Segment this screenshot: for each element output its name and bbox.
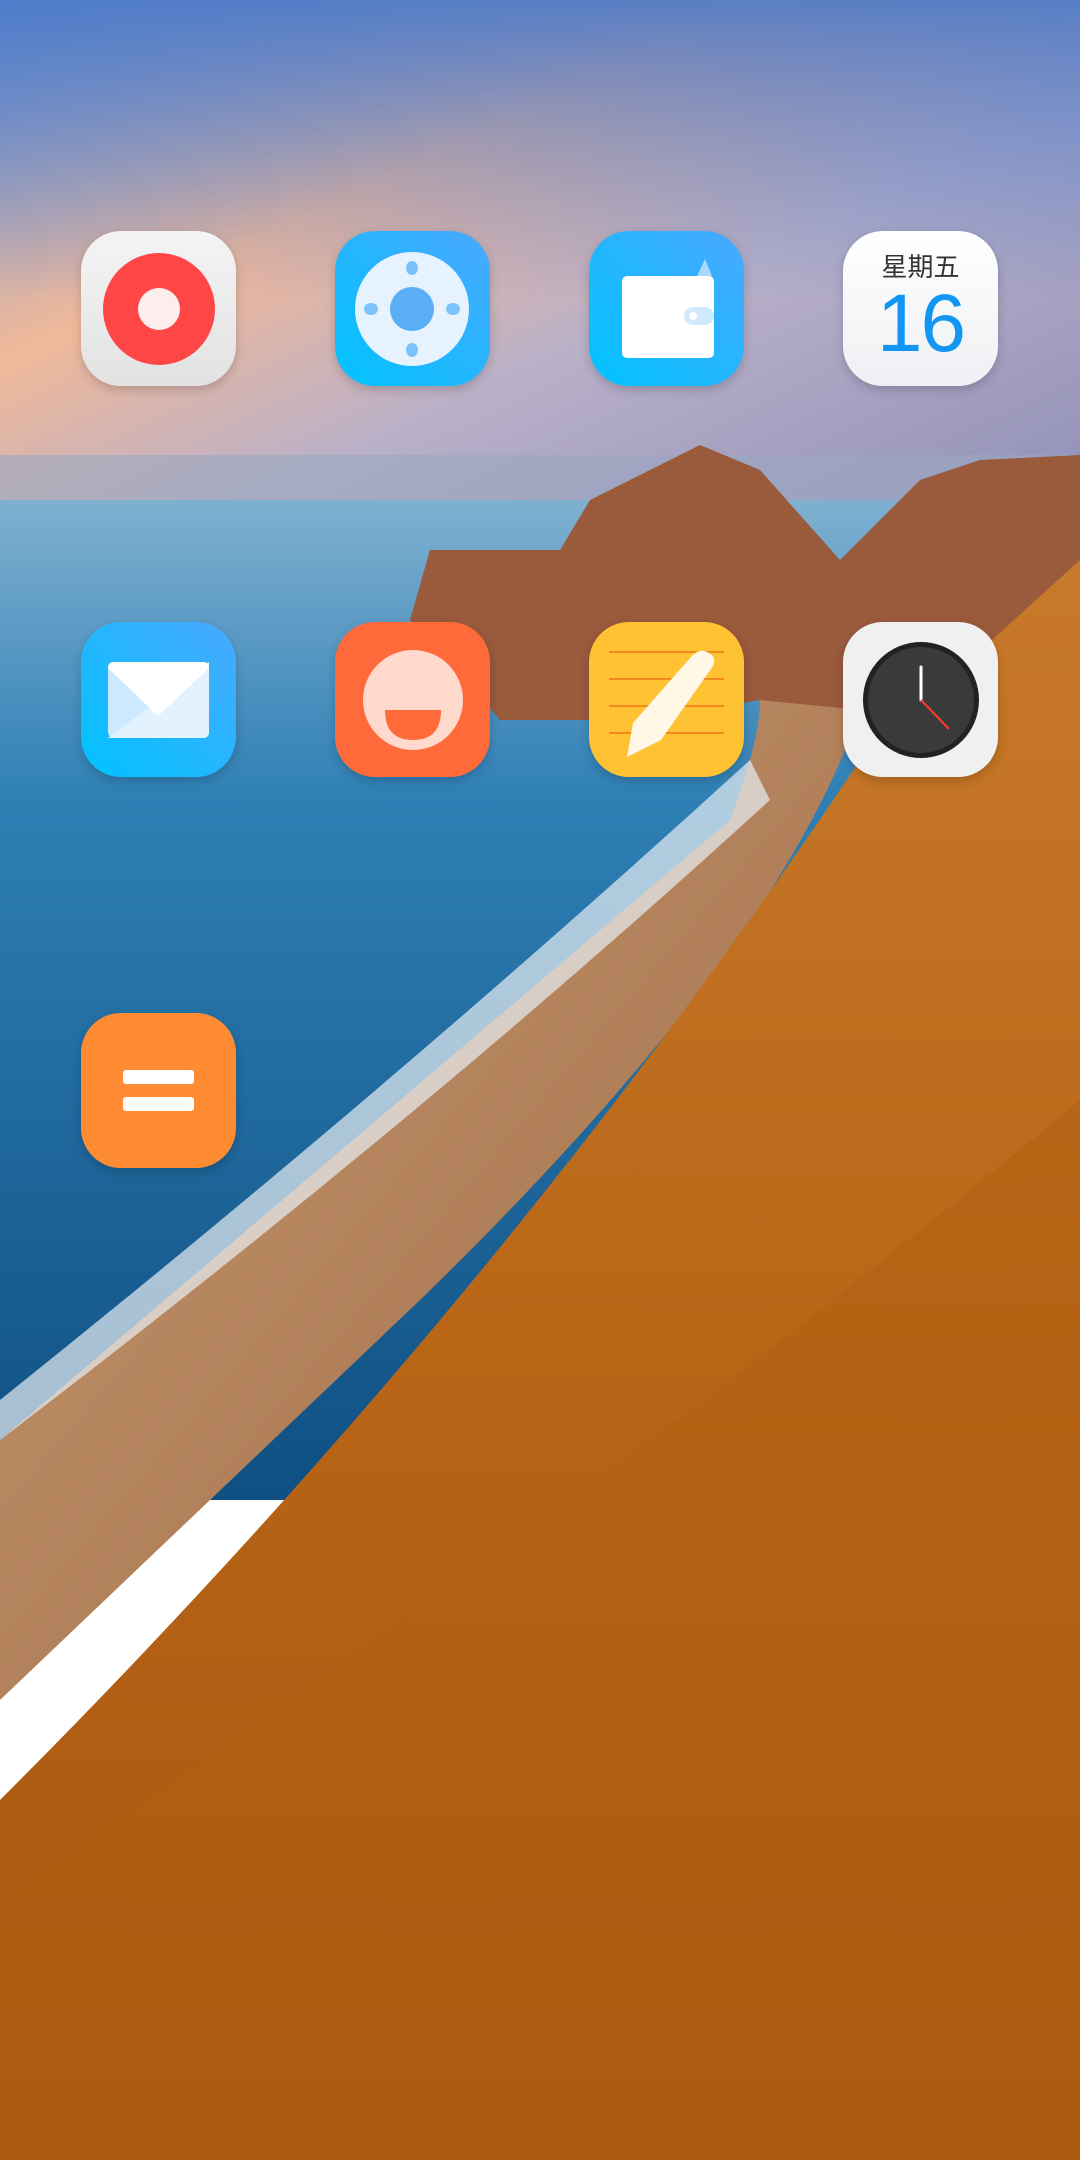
clock-icon [843,622,998,777]
app-remote-control[interactable] [335,231,490,386]
app-screen-recorder[interactable] [81,231,236,386]
feedback-smile-icon [335,622,490,777]
calendar-date: 16 [876,278,966,369]
calculator-icon [81,1013,236,1168]
app-feedback[interactable] [335,622,490,777]
wallet-icon [589,231,744,386]
app-wallet[interactable] [589,231,744,386]
remote-control-icon [335,231,490,386]
notes-icon [589,622,744,777]
mail-icon [81,622,236,777]
app-mail[interactable] [81,622,236,777]
app-clock[interactable] [843,622,998,777]
screen-recorder-icon [81,231,236,386]
app-calendar[interactable]: 星期五 16 [843,231,998,386]
app-notes[interactable] [589,622,744,777]
app-calculator[interactable] [81,1013,236,1168]
